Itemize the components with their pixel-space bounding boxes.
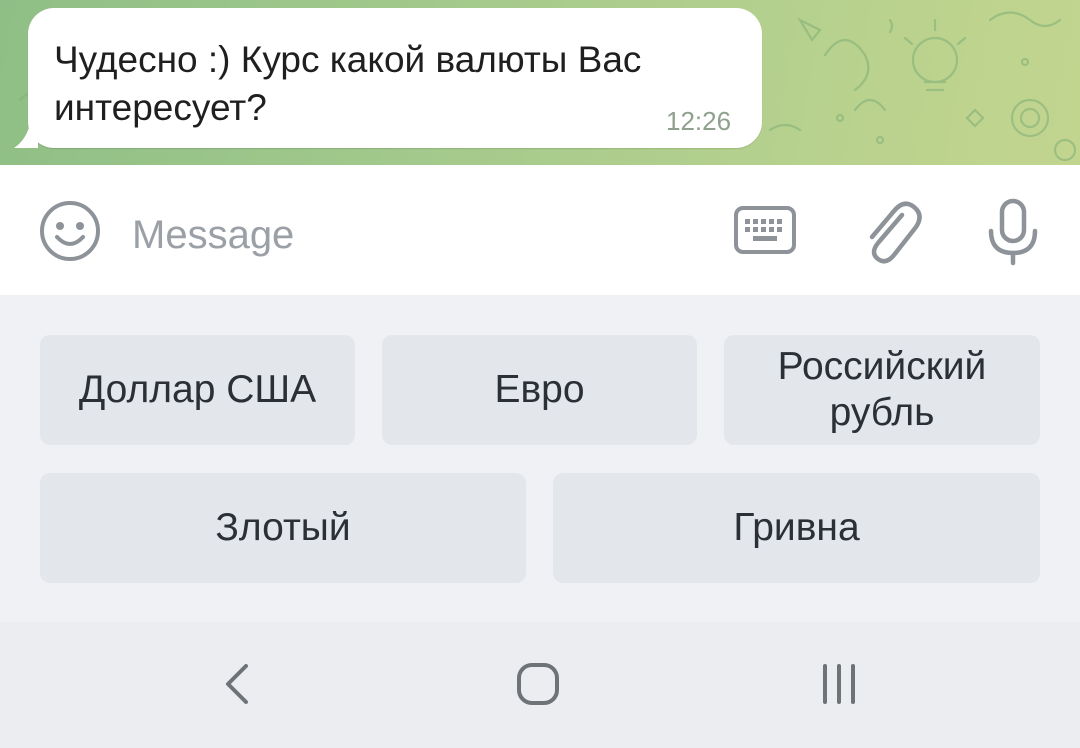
eur-button[interactable]: Евро — [382, 335, 697, 445]
back-icon[interactable] — [218, 660, 258, 708]
pln-button[interactable]: Злотый — [40, 473, 526, 583]
message-time: 12:26 — [666, 106, 732, 136]
rub-button[interactable]: Российский рубль — [724, 335, 1040, 445]
bubble-tail — [14, 118, 38, 148]
home-icon[interactable] — [514, 660, 562, 708]
usd-button[interactable]: Доллар США — [40, 335, 355, 445]
chat-background: Чудесно :) Курс какой валюты Вас интерес… — [0, 0, 1080, 165]
paperclip-icon[interactable] — [860, 197, 924, 269]
emoji-icon[interactable] — [38, 197, 102, 261]
recent-apps-icon[interactable] — [815, 662, 863, 706]
message-text: Чудесно :) Курс какой валюты Вас интерес… — [54, 39, 642, 128]
uah-button[interactable]: Гривна — [553, 473, 1040, 583]
keyboard-icon[interactable] — [733, 205, 797, 257]
message-input[interactable] — [132, 205, 692, 265]
microphone-icon[interactable] — [985, 197, 1041, 269]
